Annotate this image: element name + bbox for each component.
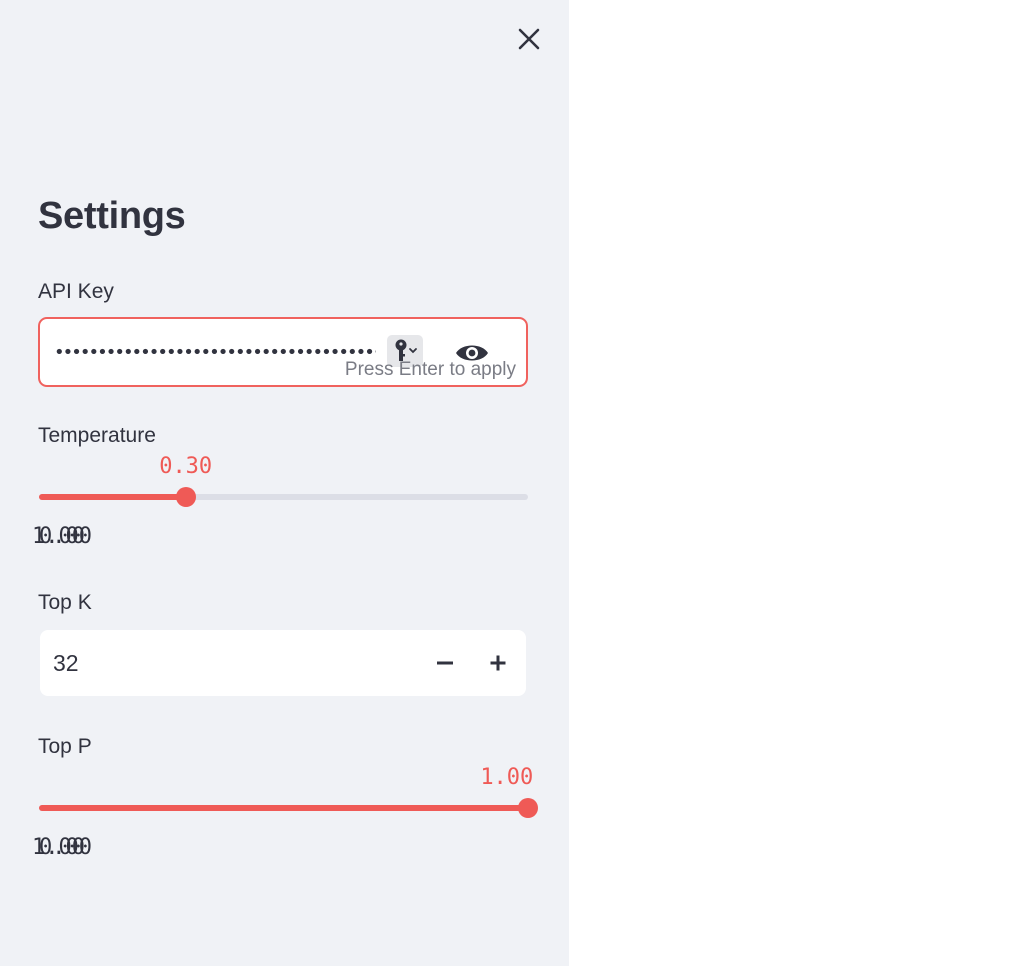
temperature-label: Temperature [38,424,156,447]
settings-title: Settings [38,195,186,237]
top-p-label: Top P [38,735,92,758]
top-p-slider[interactable]: 1.00 [39,765,538,818]
top-p-slider-thumb[interactable] [518,798,538,818]
top-k-increment-button[interactable] [475,641,521,685]
temperature-max: 1.00 [32,524,85,549]
close-sidebar-button[interactable] [512,22,546,56]
plus-icon [490,655,506,671]
top-k-decrement-button[interactable] [422,641,468,685]
minus-icon [437,661,453,665]
temperature-value: 0.30 [159,454,213,479]
sidebar: Settings API Key Press Enter to apply Te… [0,0,569,966]
temperature-slider[interactable]: 0.30 [39,454,528,507]
press-enter-hint: Press Enter to apply [344,359,516,380]
top-k-field[interactable] [40,630,526,696]
temperature-slider-thumb[interactable] [175,487,196,507]
api-key-label: API Key [38,280,114,303]
top-p-value: 1.00 [480,765,534,790]
top-k-label: Top K [38,591,92,614]
api-key-field[interactable]: Press Enter to apply [38,317,528,387]
top-p-max: 1.00 [32,835,85,860]
top-k-input[interactable] [53,646,353,680]
temperature-slider-fill [39,494,186,500]
main-content [569,0,1012,966]
close-icon[interactable] [517,27,541,51]
api-key-input[interactable] [54,337,376,367]
top-p-slider-fill [39,805,528,811]
